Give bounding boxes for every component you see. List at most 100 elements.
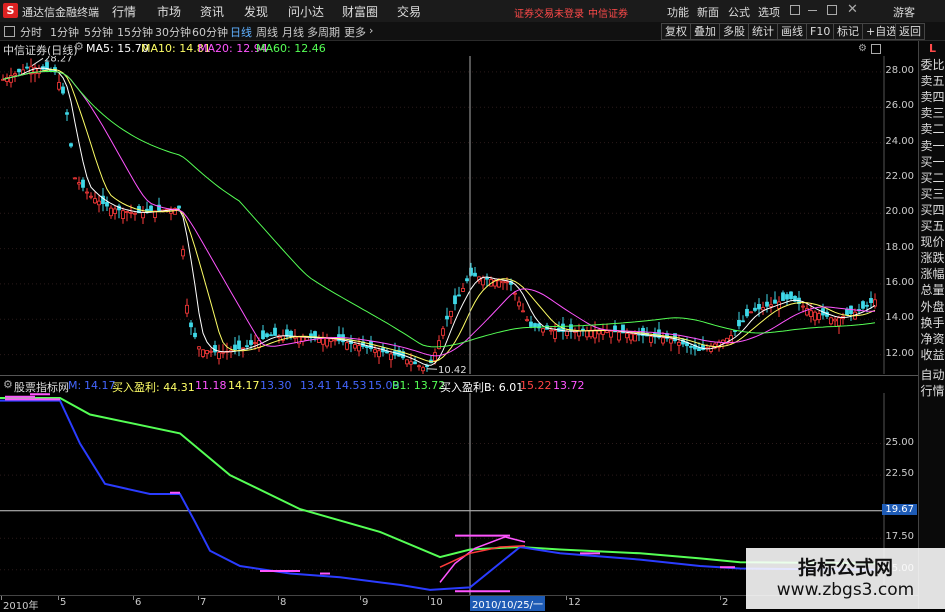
period-toolbar: 分时 1分钟 5分钟 15分钟 30分钟 60分钟 日线 周线 月线 多周期 更… — [0, 22, 945, 41]
candle-body — [845, 308, 849, 316]
time-tick-mark — [360, 596, 361, 600]
panel-level-label[interactable]: L — [919, 41, 945, 56]
tab-15min[interactable]: 15分钟 — [117, 24, 153, 40]
panel-item[interactable]: 卖三 — [919, 106, 945, 120]
gear-icon[interactable]: ⚙ — [3, 378, 13, 391]
candle-body — [233, 344, 237, 351]
panel-item[interactable]: 卖五 — [919, 74, 945, 88]
panel-item[interactable]: 买一 — [919, 155, 945, 169]
candle-body — [9, 75, 13, 83]
layout-icon[interactable] — [4, 26, 15, 37]
gear-icon[interactable]: ⚙ — [858, 43, 867, 54]
candle-body — [529, 321, 533, 327]
menu-options[interactable]: 选项 — [758, 4, 780, 20]
menu-quotes[interactable]: 行情 — [112, 3, 136, 20]
minimize-icon[interactable] — [808, 10, 817, 11]
overlay-button[interactable]: 叠加 — [690, 23, 720, 40]
panel-item[interactable]: 委比 — [919, 58, 945, 72]
menu-new-layout[interactable]: 新面 — [697, 4, 719, 20]
candle-body — [817, 313, 821, 321]
panel-item[interactable]: 卖四 — [919, 90, 945, 104]
draw-line-button[interactable]: 画线 — [777, 23, 807, 40]
tab-monthly[interactable]: 月线 — [282, 24, 304, 40]
main-chart-info: 中信证券(日线) ⚙ MA5: 15.70 MA10: 14.81 MA20: … — [0, 40, 885, 57]
panel-item[interactable]: 买四 — [919, 203, 945, 217]
candle-body — [365, 345, 369, 348]
panel-item[interactable]: 外盘 — [919, 300, 945, 314]
candle-body — [837, 317, 841, 327]
panel-item[interactable]: 卖一 — [919, 139, 945, 153]
time-tick-label: 9 — [362, 597, 369, 608]
candle-body — [485, 277, 489, 280]
panel-item[interactable]: 涨跌 — [919, 251, 945, 265]
guest-label[interactable]: 游客 — [893, 4, 915, 20]
close-icon[interactable]: ✕ — [847, 2, 858, 17]
price-tick-label: 18.00 — [885, 241, 914, 253]
candle-body — [521, 310, 525, 313]
panel-item[interactable]: 行情 — [919, 384, 945, 398]
tab-weekly[interactable]: 周线 — [256, 24, 278, 40]
pane-divider[interactable] — [0, 375, 918, 376]
indicator-prefix: M: — [68, 379, 82, 392]
multi-stock-button[interactable]: 多股 — [719, 23, 749, 40]
tab-more[interactable]: 更多 — [344, 24, 366, 40]
candle-body — [505, 281, 509, 284]
candle-body — [629, 333, 633, 341]
tab-daily[interactable]: 日线 — [230, 24, 252, 40]
tab-1min[interactable]: 1分钟 — [50, 24, 79, 40]
panel-item[interactable]: 买三 — [919, 187, 945, 201]
menu-wealth[interactable]: 财富圈 — [342, 3, 378, 20]
back-button[interactable]: 返回 — [895, 23, 925, 40]
panel-item[interactable]: 现价 — [919, 235, 945, 249]
login-notice[interactable]: 证券交易未登录 — [514, 5, 584, 20]
tab-intraday[interactable]: 分时 — [20, 24, 42, 40]
menu-market[interactable]: 市场 — [157, 3, 181, 20]
panel-item[interactable]: 总量 — [919, 283, 945, 297]
candle-body — [37, 68, 41, 74]
indicator-value: 14.17 — [228, 379, 260, 392]
candle-body — [785, 294, 789, 300]
candle-body — [65, 112, 69, 115]
candle-body — [261, 330, 265, 339]
maximize-icon[interactable] — [827, 5, 837, 15]
tab-30min[interactable]: 30分钟 — [155, 24, 191, 40]
panel-item[interactable]: 买二 — [919, 171, 945, 185]
candle-body — [829, 317, 833, 325]
chevron-right-icon[interactable]: › — [369, 24, 373, 37]
candle-body — [177, 205, 181, 209]
candle-body — [353, 344, 357, 349]
menu-formula[interactable]: 公式 — [728, 4, 750, 20]
menu-discover[interactable]: 发现 — [244, 3, 268, 20]
candlestick-chart[interactable]: 28.27 10.42 — [0, 56, 885, 374]
tab-60min[interactable]: 60分钟 — [192, 24, 228, 40]
tab-multi-period[interactable]: 多周期 — [307, 24, 340, 40]
ma10-line — [2, 68, 876, 363]
panel-item[interactable]: 卖二 — [919, 122, 945, 136]
broker-name[interactable]: 中信证券 — [588, 5, 628, 20]
close-icon[interactable] — [871, 44, 881, 54]
candle-body — [25, 66, 29, 69]
candle-body — [305, 337, 309, 341]
panel-item[interactable]: 涨幅 — [919, 267, 945, 281]
menu-ask[interactable]: 问小达 — [288, 3, 324, 20]
window-icon[interactable] — [790, 5, 800, 15]
candle-body — [253, 342, 257, 344]
panel-item[interactable]: 换手 — [919, 316, 945, 330]
panel-item[interactable]: 净资 — [919, 332, 945, 346]
menu-function[interactable]: 功能 — [667, 4, 689, 20]
f10-button[interactable]: F10 — [806, 23, 835, 40]
statistics-button[interactable]: 统计 — [748, 23, 778, 40]
panel-item[interactable]: 买五 — [919, 219, 945, 233]
mark-button[interactable]: 标记 — [833, 23, 863, 40]
tab-5min[interactable]: 5分钟 — [84, 24, 113, 40]
candle-body — [389, 353, 393, 361]
gear-icon[interactable]: ⚙ — [74, 40, 84, 53]
candle-body — [481, 277, 485, 286]
app-logo-icon: S — [3, 3, 18, 18]
menu-trade[interactable]: 交易 — [397, 3, 421, 20]
restore-rights-button[interactable]: 复权 — [661, 23, 691, 40]
panel-item[interactable]: 自动 — [919, 368, 945, 382]
candle-body — [265, 333, 269, 338]
menu-news[interactable]: 资讯 — [200, 3, 224, 20]
panel-item[interactable]: 收益 — [919, 348, 945, 362]
